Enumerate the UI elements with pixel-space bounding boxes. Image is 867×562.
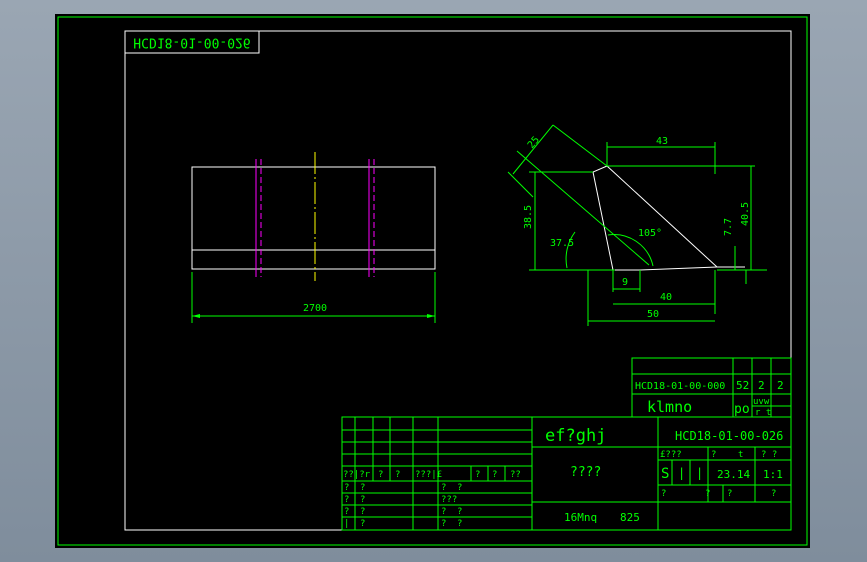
stage-bar1: | — [678, 466, 685, 480]
parent-qty2: 2 — [758, 379, 765, 392]
stage-hdr: £??? — [660, 450, 682, 460]
sig-r2-c0: ? — [344, 507, 349, 517]
scale: 1:1 — [763, 468, 783, 481]
sig-r2-c3: ? — [457, 507, 462, 517]
plate-outline — [191, 166, 436, 270]
sig-hdr-0: ??|?r — [343, 470, 371, 480]
t-hdr: t — [738, 450, 743, 460]
sig-r2-c2: ? — [441, 507, 446, 517]
sig-hdr-2: ? — [395, 470, 400, 480]
title-block: ??|?r ? ? ???|£ ? ? ?? ? ? ? ? ? ? ??? ?… — [341, 416, 792, 531]
mirrored-code: HCD18-01-00-026 — [133, 35, 250, 50]
stage-S: S — [661, 466, 669, 482]
sig-hdr-5: ? — [492, 470, 497, 480]
cad-viewport[interactable]: HCD18-01-00-026 2700 25 43 38.5 37.5 105… — [55, 14, 810, 548]
dim-40-5-label: 40.5 — [740, 202, 751, 226]
dim-40-label: 40 — [660, 292, 672, 303]
sig-r0-c1: ? — [360, 483, 365, 493]
sig-r0-c0: ? — [344, 483, 349, 493]
arrow-left — [192, 314, 200, 318]
dim-43-label: 43 — [656, 136, 668, 147]
sheet-q3: ? — [727, 489, 732, 499]
q-hdr: ? — [711, 450, 716, 460]
part-code: HCD18-01-00-026 — [675, 429, 783, 443]
dim-2700: 2700 — [303, 303, 327, 314]
part-sub: ???? — [570, 465, 601, 480]
sig-r3-c0: | — [344, 519, 349, 529]
sig-r0-c3: ? — [457, 483, 462, 493]
parent-name: klmno — [647, 398, 692, 416]
parent-uvw: uvw — [753, 397, 770, 407]
material-code: 825 — [620, 511, 640, 524]
sig-hdr-3: ???|£ — [415, 470, 442, 480]
diag-guide-upper — [516, 150, 650, 266]
sig-r1-c1: ? — [360, 495, 365, 505]
angle-105-arc — [607, 234, 654, 267]
part-name: ef?ghj — [545, 426, 606, 446]
profile-diag-right — [639, 266, 718, 271]
parent-block: HCD18-01-00-000 52 2 2 klmno po uvw r t — [631, 357, 792, 418]
sig-r3-c2: ? — [441, 519, 446, 529]
sheet-q1: ? — [661, 489, 666, 499]
stage-bar2: | — [696, 466, 703, 480]
sig-hdr-6: ?? — [510, 470, 521, 480]
dim-7-label: 7.7 — [723, 218, 734, 236]
arrow-right — [427, 314, 435, 318]
dim-38-label: 38.5 — [523, 205, 534, 229]
dim-50-label: 50 — [647, 309, 659, 320]
dim-105-label: 105° — [638, 228, 662, 239]
diag-guide-lower — [507, 171, 534, 198]
weight: 23.14 — [717, 468, 750, 481]
sig-hdr-4: ? — [475, 470, 480, 480]
sheet-q4: ? — [771, 489, 776, 499]
parent-code: HCD18-01-00-000 — [635, 381, 725, 392]
qq-hdr: ? ? — [761, 450, 777, 460]
sig-r2-c1: ? — [360, 507, 365, 517]
sig-r3-c3: ? — [457, 519, 462, 529]
parent-qty3: 2 — [777, 379, 784, 392]
dim-25-ext — [552, 124, 608, 167]
drawing-canvas: HCD18-01-00-026 2700 25 43 38.5 37.5 105… — [57, 16, 808, 546]
front-view: 2700 — [191, 152, 436, 323]
sig-hdr-1: ? — [378, 470, 383, 480]
sig-r1-c0: ? — [344, 495, 349, 505]
dim-9-label: 9 — [622, 277, 628, 288]
parent-qty1: 52 — [736, 379, 749, 392]
parent-po: po — [734, 402, 750, 417]
side-view: 25 43 38.5 37.5 105° 7.7 40.5 9 40 50 — [507, 124, 767, 326]
dim-25-label: 25 — [526, 135, 542, 151]
inner-frame — [124, 30, 792, 531]
dim-37-label: 37.5 — [550, 238, 574, 249]
material: 16Mnq — [564, 511, 597, 524]
sig-r3-c1: ? — [360, 519, 365, 529]
sig-r1-c2: ??? — [441, 495, 457, 505]
sheet-q2: ? — [705, 489, 710, 499]
sig-r0-c2: ? — [441, 483, 446, 493]
